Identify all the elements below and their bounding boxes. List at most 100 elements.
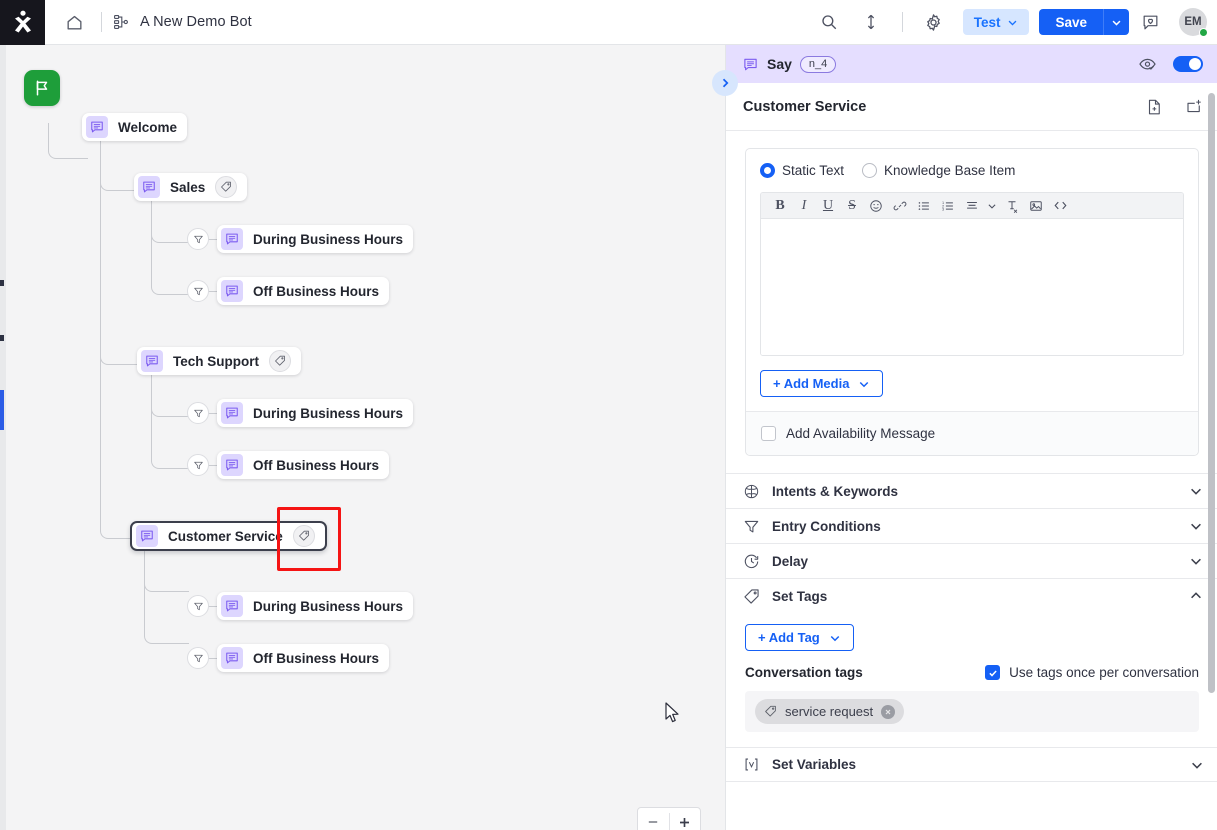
condition-node[interactable] [187, 228, 209, 250]
section-delay[interactable]: Delay [726, 543, 1217, 578]
radio-knowledge-base-item[interactable]: Knowledge Base Item [862, 163, 1015, 178]
chevron-down-icon[interactable] [985, 195, 999, 217]
top-bar-actions: Test Save EM [808, 5, 1217, 39]
search-icon[interactable] [812, 5, 846, 39]
chevron-down-icon[interactable] [1189, 519, 1203, 533]
node-label: Welcome [118, 119, 178, 135]
conversation-tags-well: service request [745, 691, 1199, 732]
panel-scrollbar[interactable] [1208, 93, 1215, 693]
section-label: Set Variables [772, 757, 857, 772]
zoom-in-button[interactable] [670, 808, 701, 830]
node-label: Tech Support [173, 353, 259, 369]
link-icon[interactable] [889, 195, 911, 217]
say-content-body: Static Text Knowledge Base Item B I U S [746, 149, 1198, 411]
editor-text-area[interactable] [761, 219, 1183, 355]
conversation-tags-label: Conversation tags [745, 665, 863, 680]
node-enabled-toggle[interactable] [1173, 56, 1203, 72]
say-node-icon [86, 116, 108, 138]
add-tag-button[interactable]: + Add Tag [745, 624, 854, 651]
flow-node-tech-support[interactable]: Tech Support [137, 347, 301, 375]
strikethrough-icon[interactable]: S [841, 195, 863, 217]
add-media-button[interactable]: + Add Media [760, 370, 884, 397]
panel-collapse-button[interactable] [712, 70, 738, 96]
section-entry-conditions[interactable]: Entry Conditions [726, 508, 1217, 543]
condition-node[interactable] [187, 647, 209, 669]
gear-icon[interactable] [917, 5, 951, 39]
node-tag-icon[interactable] [269, 350, 291, 372]
chevron-down-icon [830, 635, 840, 641]
image-icon[interactable] [1025, 195, 1047, 217]
flow-canvas[interactable]: Welcome Sales During Business Hours Off … [6, 45, 725, 830]
node-tag-icon[interactable] [215, 176, 238, 198]
add-media-label: + Add Media [773, 376, 850, 391]
chevron-right-icon [722, 78, 729, 88]
flow-node-customer-service[interactable]: Customer Service [130, 521, 327, 551]
flow-node-during-business-hours-cs[interactable]: During Business Hours [217, 592, 414, 620]
chevron-down-icon[interactable] [1189, 554, 1203, 568]
align-icon[interactable] [961, 195, 983, 217]
section-set-variables[interactable]: Set Variables [726, 747, 1217, 782]
underline-icon[interactable]: U [817, 195, 839, 217]
panel-subheader: Customer Service [726, 83, 1217, 131]
node-label: During Business Hours [253, 405, 404, 421]
condition-node[interactable] [187, 402, 209, 424]
mouse-cursor [665, 702, 681, 724]
chevron-down-icon [860, 381, 869, 387]
section-label: Entry Conditions [772, 518, 881, 534]
funnel-icon [193, 654, 203, 662]
say-node-icon [138, 176, 160, 198]
save-button-group: Save [1039, 9, 1129, 35]
vertical-resize-icon[interactable] [854, 5, 888, 39]
flag-icon [36, 80, 48, 96]
test-button[interactable]: Test [962, 9, 1030, 35]
chevron-down-icon[interactable] [1189, 484, 1203, 498]
radio-static-text[interactable]: Static Text [760, 163, 844, 178]
condition-node[interactable] [187, 595, 209, 617]
emoji-icon[interactable] [865, 195, 887, 217]
bullet-list-icon[interactable] [913, 195, 935, 217]
funnel-icon [193, 461, 203, 469]
panel-node-type: Say [767, 56, 792, 72]
tag-chip[interactable]: service request [755, 699, 905, 724]
rail-mark-1 [0, 280, 4, 286]
start-node[interactable] [24, 70, 60, 106]
chevron-up-icon[interactable] [1189, 589, 1203, 603]
availability-checkbox[interactable] [761, 426, 776, 441]
section-intents-keywords[interactable]: Intents & Keywords [726, 473, 1217, 508]
numbered-list-icon[interactable]: 123 [937, 195, 959, 217]
feedback-heart-icon[interactable] [1133, 5, 1167, 39]
use-tags-once-checkbox[interactable] [985, 665, 1001, 680]
flow-node-off-business-hours-tech[interactable]: Off Business Hours [217, 451, 390, 479]
flow-node-welcome[interactable]: Welcome [82, 113, 188, 141]
flow-node-sales[interactable]: Sales [134, 173, 248, 201]
italic-icon[interactable]: I [793, 195, 815, 217]
save-button[interactable]: Save [1039, 9, 1103, 35]
flow-node-during-business-hours-tech[interactable]: During Business Hours [217, 399, 414, 427]
brand-logo[interactable] [0, 0, 45, 45]
clear-format-icon[interactable] [1001, 195, 1023, 217]
chevron-down-icon[interactable] [1190, 758, 1204, 772]
flow-node-off-business-hours-cs[interactable]: Off Business Hours [217, 644, 390, 672]
content-type-radio-group: Static Text Knowledge Base Item [760, 163, 1184, 178]
code-icon[interactable] [1049, 195, 1071, 217]
home-icon[interactable] [57, 5, 91, 39]
condition-node[interactable] [187, 280, 209, 302]
bold-icon[interactable]: B [769, 195, 791, 217]
flow-node-off-business-hours-sales[interactable]: Off Business Hours [217, 277, 390, 305]
rail-mark-2 [0, 335, 4, 341]
file-plus-icon[interactable] [1145, 98, 1163, 116]
eye-check-icon[interactable] [1138, 55, 1157, 74]
panel-subheader-actions [1145, 98, 1203, 116]
section-set-tags[interactable]: Set Tags [726, 578, 1217, 613]
condition-node[interactable] [187, 454, 209, 476]
flow-node-during-business-hours-sales[interactable]: During Business Hours [217, 225, 414, 253]
zoom-out-button[interactable] [638, 808, 669, 830]
rich-text-editor: B I U S 123 [760, 192, 1184, 356]
test-label: Test [973, 14, 1001, 30]
avatar[interactable]: EM [1179, 8, 1208, 37]
divider [101, 12, 102, 32]
close-circle-icon[interactable] [881, 704, 896, 719]
move-to-icon[interactable] [1185, 98, 1203, 116]
node-tag-icon[interactable] [292, 525, 315, 547]
save-dropdown-button[interactable] [1103, 9, 1129, 35]
